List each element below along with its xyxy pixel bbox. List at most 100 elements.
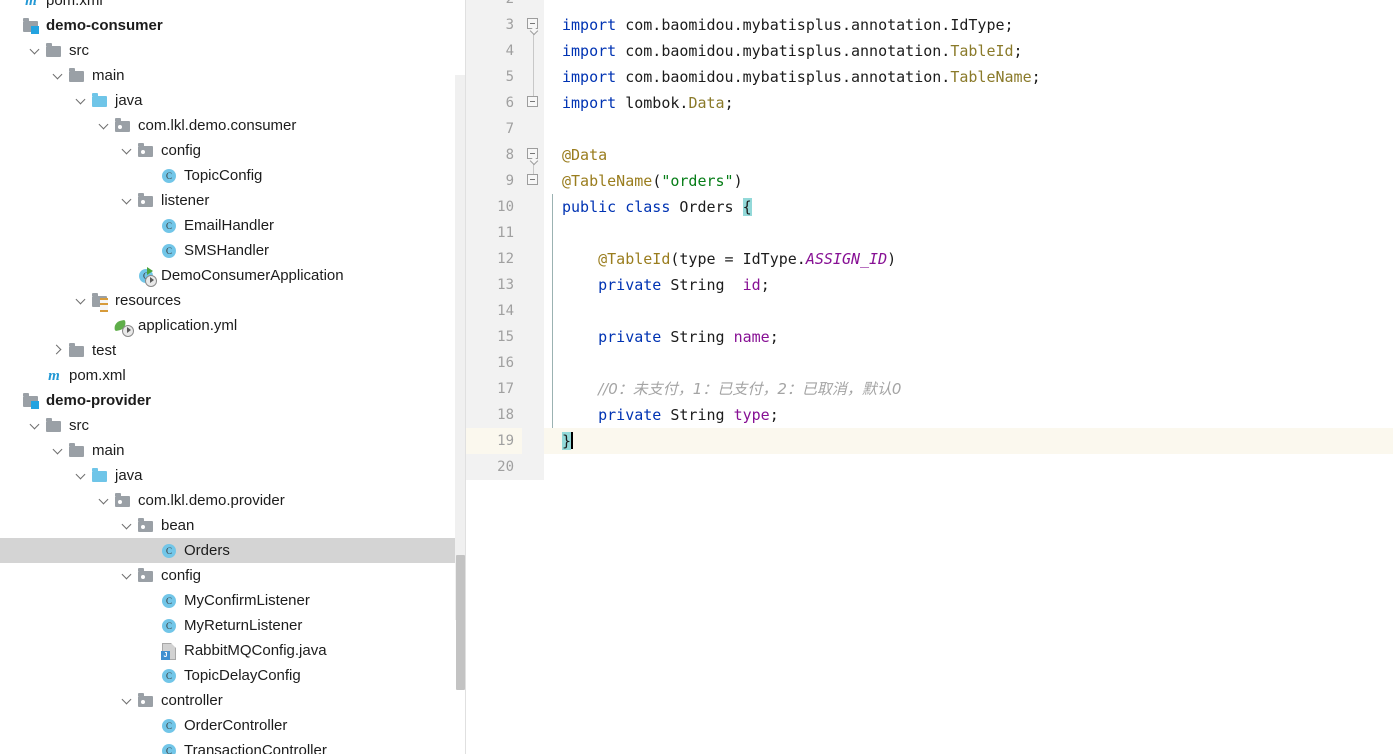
tree-row-config[interactable]: config	[0, 563, 466, 588]
code-text[interactable]	[544, 298, 1393, 324]
editor-line[interactable]: 7	[466, 116, 1393, 142]
editor-line[interactable]: 6 import lombok.Data;	[466, 90, 1393, 116]
tree-row-src[interactable]: src	[0, 38, 466, 63]
chevron-down-icon[interactable]	[121, 519, 134, 532]
tree-row-config[interactable]: config	[0, 138, 466, 163]
chevron-down-icon[interactable]	[75, 469, 88, 482]
tree-row-main[interactable]: main	[0, 63, 466, 88]
tree-row-myreturnlistener[interactable]: C MyReturnListener	[0, 613, 466, 638]
fold-gutter[interactable]	[522, 168, 544, 194]
fold-gutter[interactable]	[522, 116, 544, 142]
code-text[interactable]: private String name;	[544, 324, 1393, 350]
tree-row-com-lkl-demo-consumer[interactable]: com.lkl.demo.consumer	[0, 113, 466, 138]
tree-row-rabbitmqconfig-java[interactable]: J RabbitMQConfig.java	[0, 638, 466, 663]
chevron-down-icon[interactable]	[52, 69, 65, 82]
fold-gutter[interactable]	[522, 376, 544, 402]
tree-row-smshandler[interactable]: C SMSHandler	[0, 238, 466, 263]
code-text[interactable]: import com.baomidou.mybatisplus.annotati…	[544, 38, 1393, 64]
chevron-down-icon[interactable]	[121, 569, 134, 582]
fold-gutter[interactable]	[522, 454, 544, 480]
chevron-down-icon[interactable]	[75, 294, 88, 307]
tree-row-topicconfig[interactable]: C TopicConfig	[0, 163, 466, 188]
tree-row-pom-xml[interactable]: m pom.xml	[0, 363, 466, 388]
fold-gutter[interactable]	[522, 350, 544, 376]
fold-gutter[interactable]	[522, 194, 544, 220]
code-text[interactable]	[544, 220, 1393, 246]
editor-line[interactable]: 3 import com.baomidou.mybatisplus.annotat…	[466, 12, 1393, 38]
editor-line[interactable]: 5 import com.baomidou.mybatisplus.annotat…	[466, 64, 1393, 90]
chevron-down-icon[interactable]	[75, 94, 88, 107]
tree-row-demo-consumer[interactable]: demo-consumer	[0, 13, 466, 38]
editor-line[interactable]: 8 @Data	[466, 142, 1393, 168]
chevron-right-icon[interactable]	[52, 344, 65, 357]
tree-row-java[interactable]: java	[0, 463, 466, 488]
fold-gutter[interactable]	[522, 142, 544, 168]
code-text[interactable]: import com.baomidou.mybatisplus.annotati…	[544, 64, 1393, 90]
editor-line[interactable]: 12 @TableId(type = IdType.ASSIGN_ID)	[466, 246, 1393, 272]
editor-line[interactable]: 11	[466, 220, 1393, 246]
fold-gutter[interactable]	[522, 12, 544, 38]
code-text[interactable]: private String type;	[544, 402, 1393, 428]
chevron-down-icon[interactable]	[29, 44, 42, 57]
tree-row-pom-xml[interactable]: m pom.xml	[0, 0, 466, 13]
tree-row-controller[interactable]: controller	[0, 688, 466, 713]
project-tree-pane[interactable]: m pom.xml demo-consumer src main java com.lkl.…	[0, 0, 466, 754]
code-text[interactable]: @TableName("orders")	[544, 168, 1393, 194]
chevron-down-icon[interactable]	[29, 419, 42, 432]
editor-line[interactable]: 19}	[466, 428, 1393, 454]
code-text[interactable]: //0：未支付，1：已支付，2：已取消，默认0	[544, 376, 1393, 402]
tree-row-emailhandler[interactable]: C EmailHandler	[0, 213, 466, 238]
code-text[interactable]: public class Orders {	[544, 194, 1393, 220]
tree-row-transactioncontroller[interactable]: C TransactionController	[0, 738, 466, 754]
fold-gutter[interactable]	[522, 64, 544, 90]
editor-line[interactable]: 4 import com.baomidou.mybatisplus.annotat…	[466, 38, 1393, 64]
code-text[interactable]	[544, 454, 1393, 480]
editor-line[interactable]: 13 private String id;	[466, 272, 1393, 298]
fold-gutter[interactable]	[522, 220, 544, 246]
tree-row-bean[interactable]: bean	[0, 513, 466, 538]
code-text[interactable]: @Data	[544, 142, 1393, 168]
code-text[interactable]	[544, 350, 1393, 376]
tree-row-democonsumerapplication[interactable]: C DemoConsumerApplication	[0, 263, 466, 288]
tree-row-myconfirmlistener[interactable]: C MyConfirmListener	[0, 588, 466, 613]
fold-collapse-icon[interactable]	[527, 174, 538, 185]
chevron-down-icon[interactable]	[121, 694, 134, 707]
fold-gutter[interactable]	[522, 90, 544, 116]
editor-line[interactable]: 9 @TableName("orders")	[466, 168, 1393, 194]
chevron-down-icon[interactable]	[121, 194, 134, 207]
fold-collapse-icon[interactable]	[527, 18, 538, 29]
tree-row-orders[interactable]: C Orders	[0, 538, 466, 563]
fold-gutter[interactable]	[522, 38, 544, 64]
tree-row-com-lkl-demo-provider[interactable]: com.lkl.demo.provider	[0, 488, 466, 513]
chevron-down-icon[interactable]	[98, 494, 111, 507]
code-text[interactable]	[544, 0, 1393, 12]
code-text[interactable]: private String id;	[544, 272, 1393, 298]
code-text[interactable]: import lombok.Data;	[544, 90, 1393, 116]
editor-line[interactable]: 14	[466, 298, 1393, 324]
tree-row-main[interactable]: main	[0, 438, 466, 463]
tree-scrollbar-thumb[interactable]	[456, 555, 465, 690]
tree-row-demo-provider[interactable]: demo-provider	[0, 388, 466, 413]
fold-gutter[interactable]	[522, 272, 544, 298]
fold-gutter[interactable]	[522, 402, 544, 428]
tree-row-topicdelayconfig[interactable]: C TopicDelayConfig	[0, 663, 466, 688]
chevron-down-icon[interactable]	[52, 444, 65, 457]
editor-line[interactable]: 17 //0：未支付，1：已支付，2：已取消，默认0	[466, 376, 1393, 402]
code-text[interactable]: @TableId(type = IdType.ASSIGN_ID)	[544, 246, 1393, 272]
editor-line[interactable]: 2	[466, 0, 1393, 12]
tree-row-src[interactable]: src	[0, 413, 466, 438]
chevron-down-icon[interactable]	[121, 144, 134, 157]
code-text[interactable]: }	[544, 428, 1393, 454]
tree-row-resources[interactable]: resources	[0, 288, 466, 313]
fold-gutter[interactable]	[522, 428, 544, 454]
editor-line[interactable]: 20	[466, 454, 1393, 480]
editor-line[interactable]: 10 public class Orders {	[466, 194, 1393, 220]
editor-line[interactable]: 15 private String name;	[466, 324, 1393, 350]
fold-gutter[interactable]	[522, 298, 544, 324]
tree-row-java[interactable]: java	[0, 88, 466, 113]
tree-row-test[interactable]: test	[0, 338, 466, 363]
editor-line[interactable]: 18 private String type;	[466, 402, 1393, 428]
tree-row-application-yml[interactable]: application.yml	[0, 313, 466, 338]
code-text[interactable]: import com.baomidou.mybatisplus.annotati…	[544, 12, 1393, 38]
fold-gutter[interactable]	[522, 324, 544, 350]
